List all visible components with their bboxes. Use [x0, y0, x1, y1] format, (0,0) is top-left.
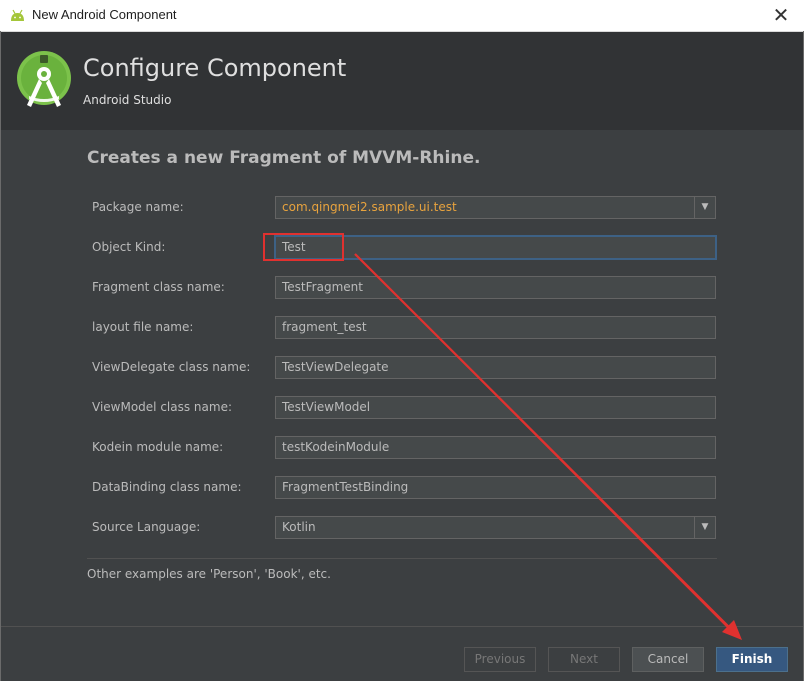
layout-file-name-input[interactable]: fragment_test	[275, 316, 716, 339]
kodein-module-name-value: testKodeinModule	[282, 440, 390, 454]
fragment-class-name-value: TestFragment	[282, 280, 363, 294]
field-hint: Other examples are 'Person', 'Book', etc…	[87, 567, 331, 581]
package-name-combo[interactable]: com.qingmei2.sample.ui.test ▼	[275, 196, 716, 219]
divider	[87, 558, 717, 559]
wizard-content: Creates a new Fragment of MVVM-Rhine. Pa…	[1, 130, 803, 626]
viewmodel-class-name-label: ViewModel class name:	[92, 400, 232, 414]
window-titlebar: New Android Component ✕	[0, 0, 804, 32]
chevron-down-icon[interactable]: ▼	[694, 197, 715, 218]
source-language-combo[interactable]: Kotlin ▼	[275, 516, 716, 539]
wizard-footer: Previous Next Cancel Finish	[1, 626, 803, 681]
finish-button[interactable]: Finish	[716, 647, 788, 672]
window-title: New Android Component	[32, 7, 177, 22]
template-description: Creates a new Fragment of MVVM-Rhine.	[87, 148, 481, 168]
databinding-class-name-input[interactable]: FragmentTestBinding	[275, 476, 716, 499]
cancel-button[interactable]: Cancel	[632, 647, 704, 672]
close-button[interactable]: ✕	[758, 0, 804, 31]
layout-file-name-value: fragment_test	[282, 320, 367, 334]
databinding-class-name-label: DataBinding class name:	[92, 480, 242, 494]
viewmodel-class-name-value: TestViewModel	[282, 400, 371, 414]
layout-file-name-label: layout file name:	[92, 320, 194, 334]
annotation-highlight-box	[263, 233, 344, 261]
viewdelegate-class-name-label: ViewDelegate class name:	[92, 360, 251, 374]
kodein-module-name-label: Kodein module name:	[92, 440, 224, 454]
object-kind-label: Object Kind:	[92, 240, 166, 254]
source-language-value: Kotlin	[282, 520, 316, 534]
viewdelegate-class-name-input[interactable]: TestViewDelegate	[275, 356, 716, 379]
fragment-class-name-label: Fragment class name:	[92, 280, 225, 294]
previous-button[interactable]: Previous	[464, 647, 536, 672]
wizard-header: Configure Component Android Studio	[1, 32, 803, 130]
android-studio-logo-icon	[17, 51, 71, 107]
databinding-class-name-value: FragmentTestBinding	[282, 480, 409, 494]
chevron-down-icon[interactable]: ▼	[694, 517, 715, 538]
next-button[interactable]: Next	[548, 647, 620, 672]
source-language-label: Source Language:	[92, 520, 201, 534]
kodein-module-name-input[interactable]: testKodeinModule	[275, 436, 716, 459]
viewdelegate-class-name-value: TestViewDelegate	[282, 360, 389, 374]
android-icon	[11, 9, 24, 21]
package-name-label: Package name:	[92, 200, 184, 214]
page-title: Configure Component	[83, 54, 347, 82]
package-name-value: com.qingmei2.sample.ui.test	[282, 200, 457, 214]
viewmodel-class-name-input[interactable]: TestViewModel	[275, 396, 716, 419]
page-subtitle: Android Studio	[83, 93, 172, 107]
close-icon: ✕	[772, 3, 790, 27]
fragment-class-name-input[interactable]: TestFragment	[275, 276, 716, 299]
